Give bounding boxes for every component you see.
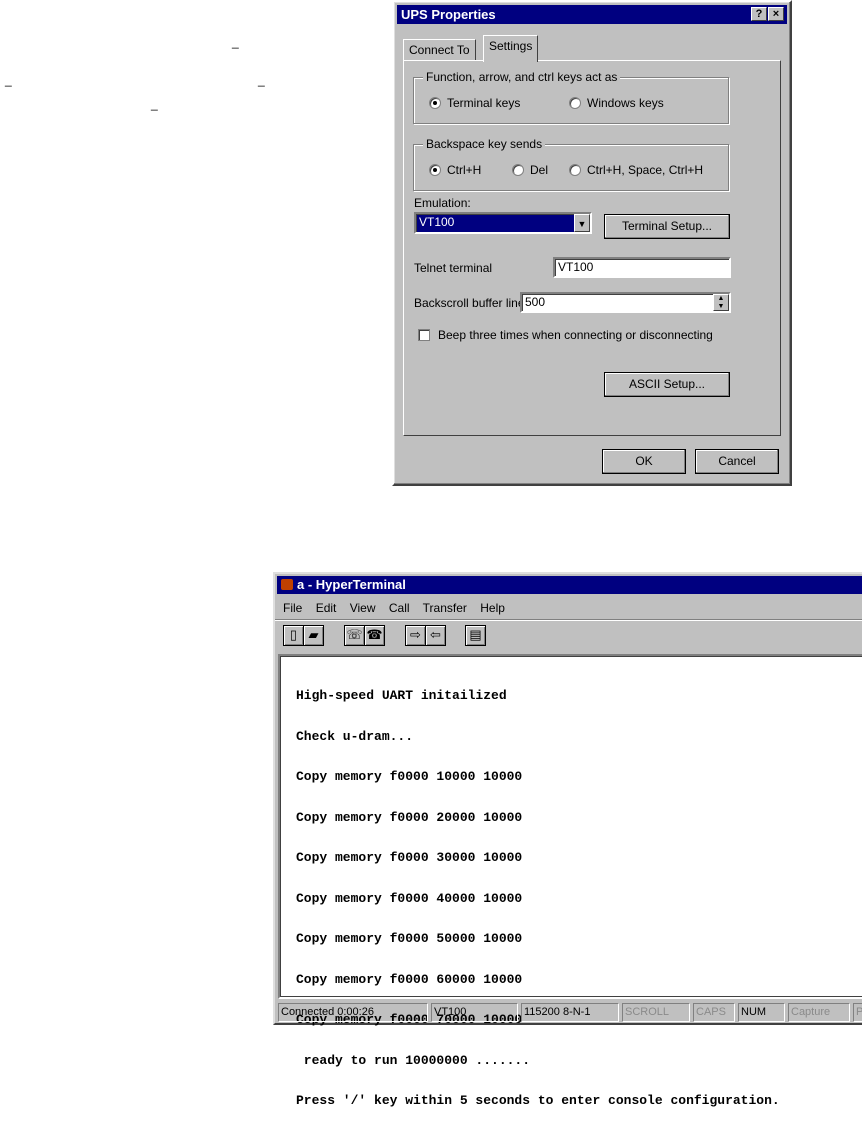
hyperterminal-app-icon — [281, 579, 293, 590]
backscroll-label: Backscroll buffer lines: — [414, 296, 534, 310]
radio-windows-keys[interactable]: Windows keys — [569, 96, 664, 110]
terminal-line: Copy memory f0000 40000 10000 — [296, 890, 523, 906]
underscore-mark: _ — [5, 73, 12, 87]
backspace-legend: Backspace key sends — [423, 137, 546, 151]
radio-dot-icon — [569, 164, 581, 176]
dialog-title: UPS Properties — [401, 7, 496, 22]
underscore-mark: _ — [151, 97, 158, 111]
fn-keys-group: Function, arrow, and ctrl keys act as Te… — [413, 70, 729, 124]
spinner-arrows-icon[interactable]: ▲ ▼ — [713, 294, 729, 311]
menu-edit[interactable]: Edit — [316, 601, 337, 615]
menu-view[interactable]: View — [350, 601, 376, 615]
radio-ctrl-h-space[interactable]: Ctrl+H, Space, Ctrl+H — [569, 163, 703, 177]
backspace-group: Backspace key sends Ctrl+H Del Ctrl+H, S… — [413, 137, 729, 191]
terminal-frame: High-speed UART initailized Check u-dram… — [278, 654, 862, 1107]
radio-label: Ctrl+H — [447, 163, 482, 177]
emulation-value: VT100 — [419, 215, 455, 229]
radio-label: Ctrl+H, Space, Ctrl+H — [587, 163, 704, 177]
chevron-down-icon[interactable]: ▼ — [574, 214, 590, 232]
menu-transfer[interactable]: Transfer — [423, 601, 467, 615]
menu-bar: File Edit View Call Transfer Help — [283, 601, 515, 615]
terminal-line: Copy memory f0000 10000 10000 — [296, 769, 523, 784]
status-scroll: SCROLL — [622, 1003, 690, 1022]
properties-icon[interactable]: ▤ — [465, 625, 486, 646]
send-icon[interactable]: ⇨ — [405, 625, 426, 646]
beep-checkbox[interactable]: Beep three times when connecting or disc… — [418, 328, 713, 342]
cancel-button[interactable]: Cancel — [695, 449, 779, 474]
radio-dot-icon — [429, 97, 441, 109]
underscore-mark: _ — [258, 73, 265, 87]
radio-dot-icon — [512, 164, 524, 176]
terminal-line: Copy memory f0000 20000 10000 — [296, 809, 523, 825]
radio-ctrl-h[interactable]: Ctrl+H — [429, 163, 481, 177]
backscroll-value: 500 — [525, 295, 546, 309]
hyperterminal-titlebar: a - HyperTerminal — [277, 576, 862, 594]
menu-help[interactable]: Help — [480, 601, 505, 615]
status-caps: CAPS — [693, 1003, 735, 1022]
radio-label: Del — [530, 163, 549, 177]
radio-terminal-keys[interactable]: Terminal keys — [429, 96, 520, 110]
radio-del[interactable]: Del — [512, 163, 548, 177]
status-print: P — [853, 1003, 862, 1022]
terminal-line: Copy memory f0000 30000 10000 — [296, 850, 523, 865]
status-bar: Connected 0:00:26 VT100 115200 8-N-1 SCR… — [278, 1003, 862, 1022]
terminal-line: ready to run 10000000 ....... — [296, 1052, 531, 1068]
connect-icon[interactable]: ☏ — [344, 625, 365, 646]
window-title: a - HyperTerminal — [297, 577, 406, 592]
menu-call[interactable]: Call — [389, 601, 410, 615]
tab-settings[interactable]: Settings — [483, 35, 539, 62]
toolbar: ▯ ▰ ☏ ☎ ⇨ ⇦ ▤ — [275, 623, 862, 651]
menu-file[interactable]: File — [283, 601, 302, 615]
checkbox-box-icon — [418, 329, 430, 341]
new-icon[interactable]: ▯ — [283, 625, 304, 646]
ok-button[interactable]: OK — [602, 449, 686, 474]
radio-dot-icon — [429, 164, 441, 176]
terminal-line: Copy memory f0000 50000 10000 — [296, 931, 523, 946]
ups-properties-dialog: UPS Properties ? × Connect To Settings F… — [392, 0, 792, 486]
radio-dot-icon — [569, 97, 581, 109]
dialog-titlebar: UPS Properties ? × — [397, 5, 787, 24]
open-icon[interactable]: ▰ — [303, 625, 324, 646]
disconnect-icon[interactable]: ☎ — [364, 625, 385, 646]
hyperterminal-window: a - HyperTerminal File Edit View Call Tr… — [273, 572, 862, 1107]
emulation-label: Emulation: — [414, 196, 471, 210]
beep-label: Beep three times when connecting or disc… — [438, 328, 713, 342]
settings-panel: Function, arrow, and ctrl keys act as Te… — [403, 60, 781, 436]
underscore-mark: _ — [232, 35, 239, 49]
terminal-line: High-speed UART initailized — [296, 688, 507, 703]
telnet-terminal-input[interactable]: VT100 — [553, 257, 731, 278]
emulation-select[interactable]: VT100 ▼ — [414, 212, 592, 234]
terminal-line: Check u-dram... — [296, 728, 414, 744]
receive-icon[interactable]: ⇦ — [425, 625, 446, 646]
status-capture: Capture — [788, 1003, 850, 1022]
ascii-setup-button[interactable]: ASCII Setup... — [604, 372, 730, 397]
terminal-screen[interactable]: High-speed UART initailized Check u-dram… — [296, 662, 862, 1107]
telnet-terminal-label: Telnet terminal — [414, 261, 493, 275]
close-button[interactable]: × — [768, 7, 784, 21]
status-connected: Connected 0:00:26 — [278, 1003, 428, 1022]
menu-divider — [275, 619, 862, 620]
status-port: 115200 8-N-1 — [521, 1003, 619, 1022]
radio-label: Terminal keys — [447, 96, 521, 110]
status-num: NUM — [738, 1003, 785, 1022]
terminal-setup-button[interactable]: Terminal Setup... — [604, 214, 730, 239]
backscroll-input[interactable]: 500 ▲ ▼ — [520, 292, 731, 313]
terminal-line: Copy memory f0000 60000 10000 — [296, 971, 523, 987]
status-emulation: VT100 — [431, 1003, 518, 1022]
fn-keys-legend: Function, arrow, and ctrl keys act as — [423, 70, 621, 84]
tab-connect-to[interactable]: Connect To — [403, 39, 476, 61]
terminal-line: Press '/' key within 5 seconds to enter … — [296, 1093, 780, 1108]
radio-label: Windows keys — [587, 96, 664, 110]
help-button[interactable]: ? — [751, 7, 767, 21]
